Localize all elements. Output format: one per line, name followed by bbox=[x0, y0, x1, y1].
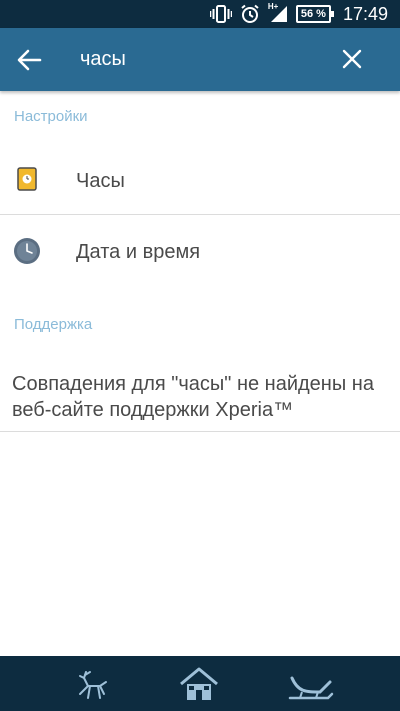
back-button[interactable] bbox=[14, 45, 46, 75]
home-nav-button[interactable] bbox=[177, 664, 225, 704]
vibrate-icon bbox=[209, 5, 232, 23]
network-type-label: H+ bbox=[267, 2, 279, 11]
battery-level: 56 % bbox=[300, 8, 326, 20]
divider bbox=[0, 431, 400, 432]
close-icon bbox=[342, 49, 362, 69]
result-item-date-time[interactable]: Дата и время bbox=[0, 215, 400, 287]
result-item-label: Дата и время bbox=[76, 241, 201, 263]
house-home-icon bbox=[180, 667, 218, 700]
clock-widget-icon bbox=[17, 167, 37, 196]
signal-icon: H+ bbox=[267, 2, 288, 23]
arrow-left-icon bbox=[17, 49, 42, 71]
result-item-clock[interactable]: Часы bbox=[0, 143, 400, 215]
recents-nav-button[interactable] bbox=[286, 664, 334, 704]
status-bar: H+ 56 % 17:49 bbox=[0, 0, 400, 28]
search-input[interactable] bbox=[80, 42, 320, 76]
back-nav-button[interactable] bbox=[72, 664, 120, 704]
sleigh-recents-icon bbox=[288, 676, 334, 700]
search-toolbar bbox=[0, 28, 400, 91]
no-results-message: Совпадения для "часы" не найдены на веб-… bbox=[12, 373, 374, 421]
clear-search-button[interactable] bbox=[338, 44, 366, 74]
alarm-icon bbox=[240, 4, 260, 24]
section-header-settings: Настройки bbox=[14, 108, 88, 125]
battery-icon: 56 % bbox=[295, 5, 335, 23]
status-time: 17:49 bbox=[342, 3, 388, 24]
reindeer-back-icon bbox=[79, 671, 107, 699]
navigation-bar bbox=[0, 656, 400, 711]
section-header-support: Поддержка bbox=[14, 316, 93, 333]
result-item-label: Часы bbox=[76, 170, 125, 192]
analog-clock-icon bbox=[13, 237, 41, 270]
